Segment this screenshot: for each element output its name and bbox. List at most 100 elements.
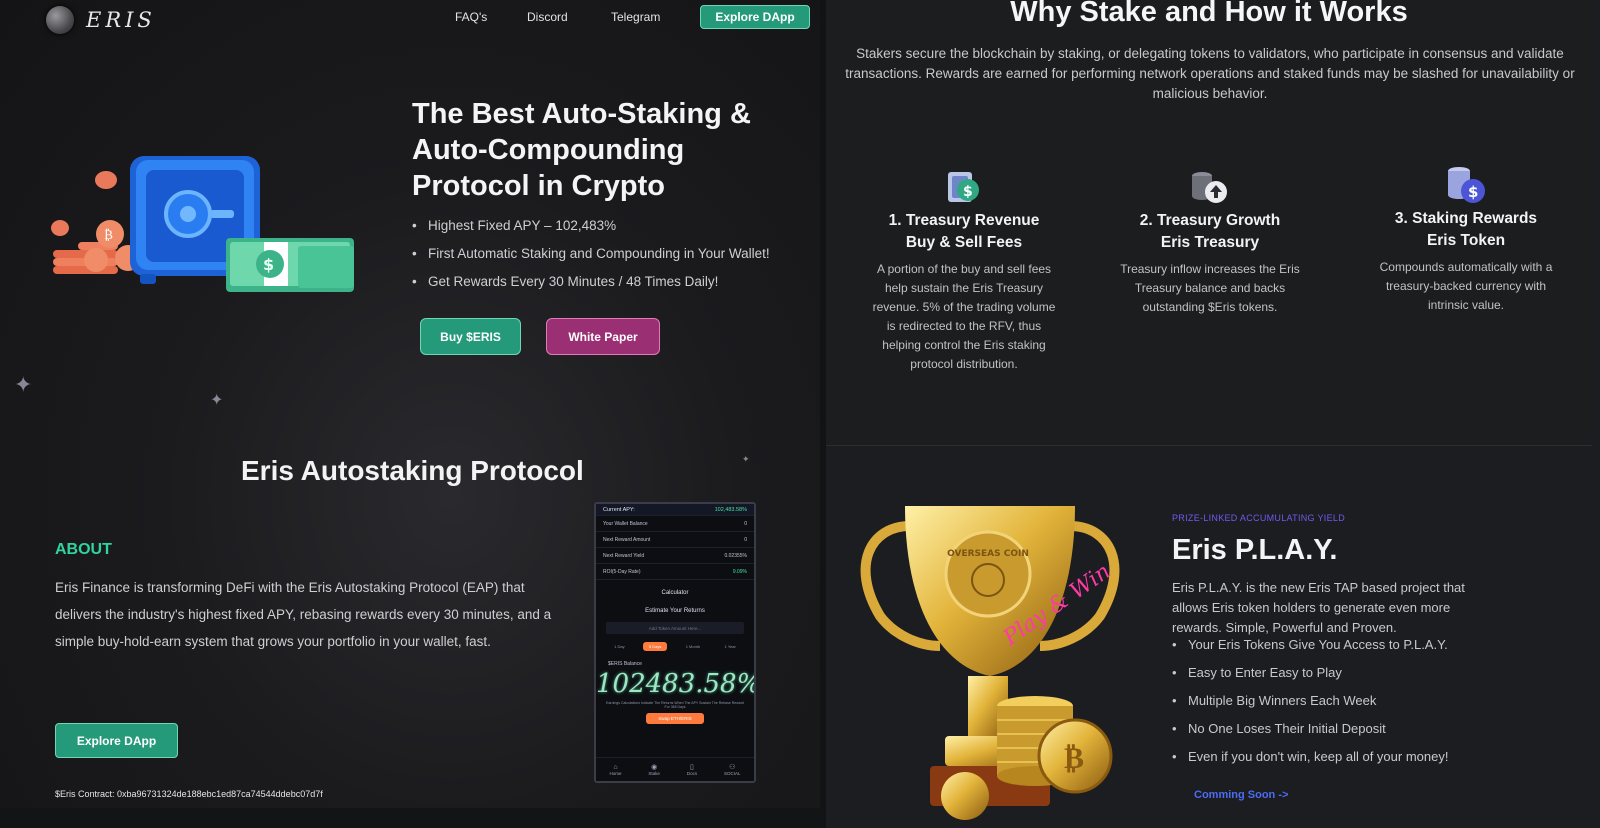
feature-description: Treasury inflow increases the Eris Treas… [1120,262,1300,314]
stat-row: Next Reward Amount 0 [596,532,754,548]
prize-tag: PRIZE-LINKED ACCUMULATING YIELD [1172,513,1346,523]
feature-title: 3. Staking Rewards [1394,210,1538,227]
tab-label: Docs [686,771,698,776]
big-apy-value: 102483.58% [596,669,756,699]
logo[interactable]: ERIS [46,6,156,34]
play-bullet: Your Eris Tokens Give You Access to P.L.… [1172,637,1448,665]
svg-text:$: $ [1468,183,1478,201]
dollar-cash-icon: $ [854,168,1074,206]
footer-strip [0,808,826,828]
feature-card: $ 3. Staking Rewards Eris Token Compound… [1356,166,1576,315]
nav-explore-dapp-button[interactable]: Explore DApp [700,5,810,29]
buy-eris-button[interactable]: Buy $ERIS [420,318,521,355]
coin-text: OVERSEAS COIN [947,549,1029,559]
page: ✦ ✦ ✦ ERIS FAQ's Discord Telegram Explor… [0,0,1600,828]
nav-faq-link[interactable]: FAQ's [455,10,487,24]
hero-bullet-list: Highest Fixed APY – 102,483% First Autom… [412,218,770,302]
tab-stake: ◉ Stake [648,763,660,776]
docs-icon: ▯ [690,764,694,771]
coins-upload-icon [1100,168,1320,206]
apy-row: Current APY: 102,483.58% [596,504,754,516]
tab-home: ⌂ Home [609,764,621,776]
logo-text: ERIS [86,8,156,32]
hero-title: The Best Auto-Staking & Auto-Compounding… [412,98,751,202]
right-panel: Why Stake and How it Works Stakers secur… [826,0,1600,828]
stat-label: ROI(5-Day Rate) [603,568,641,575]
stat-row: Next Reward Yield 0.02355% [596,548,754,564]
play-bullet: No One Loses Their Initial Deposit [1172,721,1448,749]
play-text: Eris P.L.A.Y. is the new Eris TAP based … [1172,580,1465,635]
fine-print: Earnings Calculations Indicate The Retur… [606,701,744,709]
period-pill: 1 Year [724,644,736,649]
play-bullet-list: Your Eris Tokens Give You Access to P.L.… [1172,637,1448,777]
dapp-phone-screenshot: Current APY: 102,483.58% Your Wallet Bal… [594,502,756,783]
feature-subtitle: Eris Treasury [1160,234,1260,251]
balance-label: $ERIS Balance [608,661,642,667]
why-text: Stakers secure the blockchain by staking… [845,46,1575,101]
trophy-illustration: OVERSEAS COIN Play & Win ₿ [860,506,1120,820]
hero-bullet: First Automatic Staking and Compounding … [412,246,770,274]
svg-text:$: $ [963,184,973,200]
play-bullet: Even if you don't win, keep all of your … [1172,749,1448,777]
apy-label: Current APY: [603,506,635,513]
feature-card: 2. Treasury Growth Eris Treasury Treasur… [1100,168,1320,317]
calculator-title: Calculator [661,590,689,596]
why-stake-section: Why Stake and How it Works Stakers secur… [826,0,1592,445]
stat-row: ROI(5-Day Rate) 9.09% [596,564,754,580]
nav-telegram-link[interactable]: Telegram [611,10,660,24]
explore-dapp-button[interactable]: Explore DApp [55,723,178,758]
stat-value: 0.02355% [724,552,747,559]
period-pill: 1 Day [614,644,625,649]
feature-title: 1. Treasury Revenue [888,212,1040,229]
swap-button: Swap ETH/ERIS [646,713,704,724]
star-decor: ✦ [210,392,224,409]
hero-bullet: Highest Fixed APY – 102,483% [412,218,770,246]
hero-bullet: Get Rewards Every 30 Minutes / 48 Times … [412,274,770,302]
play-bullet: Multiple Big Winners Each Week [1172,693,1448,721]
about-label: ABOUT [55,541,112,558]
nav-discord-link[interactable]: Discord [527,10,568,24]
svg-text:₿: ₿ [1064,741,1084,776]
feature-title: 2. Treasury Growth [1139,212,1281,229]
contract-address: $Eris Contract: 0xba96731324de188ebc1ed8… [55,789,323,799]
stake-icon: ◉ [651,764,658,771]
protocol-section-title: Eris Autostaking Protocol [241,455,584,486]
left-panel: ✦ ✦ ✦ ERIS FAQ's Discord Telegram Explor… [0,0,820,828]
star-decor: ✦ [14,372,33,397]
stat-value: 0 [744,520,747,527]
stat-value: 0 [744,536,747,543]
svg-text:$: $ [263,255,274,274]
tab-label: Home [609,770,622,776]
stat-value: 9.09% [732,568,747,575]
about-text: Eris Finance is transforming DeFi with t… [55,580,552,649]
period-pill: 5 Days [642,642,668,651]
svg-text:₿: ₿ [104,228,113,243]
stat-label: Your Wallet Balance [603,520,648,527]
stat-row: Your Wallet Balance 0 [596,516,754,532]
period-pill: 1 Month [685,644,701,649]
home-icon: ⌂ [613,763,618,771]
feature-card: $ 1. Treasury Revenue Buy & Sell Fees A … [854,168,1074,374]
white-paper-button[interactable]: White Paper [546,318,660,355]
play-section: OVERSEAS COIN Play & Win ₿ PRIZE-LINKED … [826,446,1592,828]
tab-label: SOCIAL [724,771,741,776]
feature-description: Compounds automatically with a treasury-… [1379,260,1553,312]
feature-subtitle: Eris Token [1426,232,1506,249]
tab-docs: ▯ Docs [687,763,697,776]
tab-social: ⚇ SOCIAL [724,763,741,776]
logo-mark-icon [46,6,74,34]
play-bullet: Easy to Enter Easy to Play [1172,665,1448,693]
feature-subtitle: Buy & Sell Fees [905,234,1023,251]
feature-description: A portion of the buy and sell fees help … [872,262,1056,371]
token-amount-input: Add Token Amount Here... [606,622,744,634]
coin-stack-dollar-icon: $ [1356,166,1576,204]
play-title: Eris P.L.A.Y. [1172,534,1338,566]
coming-soon-link[interactable]: Comming Soon -> [1194,789,1288,801]
apy-value: 102,483.58% [714,506,747,513]
tab-label: Stake [648,771,660,776]
top-nav: ERIS FAQ's Discord Telegram Explore DApp [0,0,820,34]
safe-and-money-illustration: ₿ $ [51,156,354,292]
why-title: Why Stake and How it Works [1010,0,1408,28]
stat-label: Next Reward Amount [603,536,651,543]
social-icon: ⚇ [729,764,736,771]
